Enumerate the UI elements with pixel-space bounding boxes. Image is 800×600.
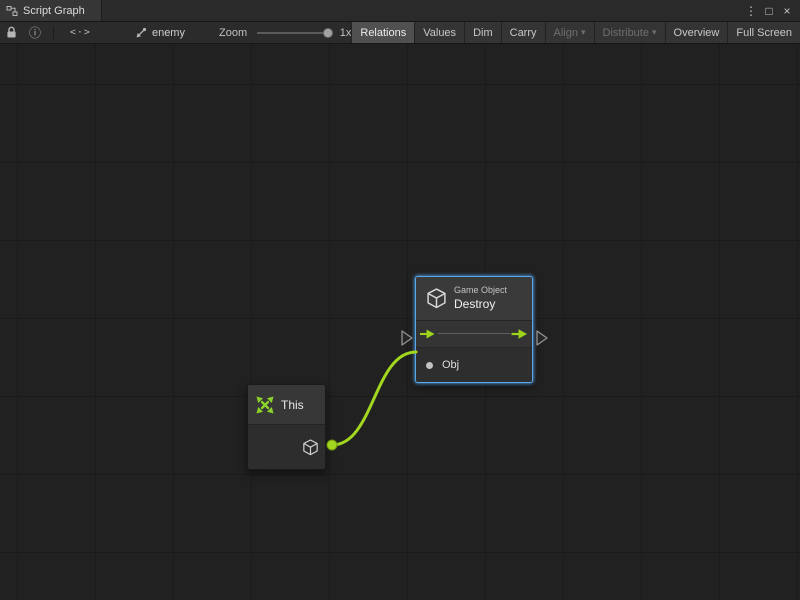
button-label: Relations bbox=[360, 27, 406, 39]
window-controls: ⋮ □ × bbox=[743, 0, 800, 21]
button-label: Values bbox=[423, 27, 456, 39]
node-title: Destroy bbox=[454, 297, 507, 312]
node-header: Game Object Destroy bbox=[416, 277, 532, 321]
relations-button[interactable]: Relations bbox=[351, 22, 414, 43]
titlebar: Script Graph ⋮ □ × bbox=[0, 0, 800, 22]
graph-breadcrumb[interactable]: enemy bbox=[135, 27, 185, 39]
node-header: This bbox=[248, 385, 325, 425]
button-label: Carry bbox=[510, 27, 537, 39]
dropdown-caret-icon: ▾ bbox=[581, 27, 586, 38]
connections-overlay bbox=[0, 44, 800, 600]
zoom-slider-knob[interactable] bbox=[323, 28, 333, 38]
tab-title: Script Graph bbox=[23, 5, 85, 17]
connection-wire[interactable] bbox=[332, 352, 416, 445]
toolbar-button-group: Relations Values Dim Carry Align ▾ Distr… bbox=[351, 22, 800, 43]
maximize-icon[interactable]: □ bbox=[761, 1, 777, 21]
button-label: Full Screen bbox=[736, 27, 792, 39]
flow-ports-row bbox=[416, 321, 532, 347]
distribute-button[interactable]: Distribute ▾ bbox=[594, 22, 665, 43]
relation-line bbox=[438, 333, 510, 334]
menu-kebab-icon[interactable]: ⋮ bbox=[743, 1, 759, 21]
node-body bbox=[248, 425, 325, 469]
button-label: Align bbox=[554, 27, 578, 39]
button-label: Overview bbox=[674, 27, 720, 39]
carry-button[interactable]: Carry bbox=[501, 22, 545, 43]
script-graph-icon bbox=[6, 5, 18, 17]
zoom-slider[interactable] bbox=[257, 27, 332, 39]
fullscreen-button[interactable]: Full Screen bbox=[727, 22, 800, 43]
zoom-value: 1x bbox=[340, 27, 352, 39]
graph-name: enemy bbox=[152, 27, 185, 39]
graph-toolbar: ⓘ <·> enemy Zoom 1x Relations Value bbox=[0, 22, 800, 44]
this-unit-icon bbox=[255, 395, 275, 415]
align-button[interactable]: Align ▾ bbox=[545, 22, 594, 43]
zoom-slider-track bbox=[257, 32, 332, 34]
node-title: This bbox=[281, 398, 304, 412]
obj-input-port[interactable] bbox=[426, 362, 433, 369]
dim-button[interactable]: Dim bbox=[464, 22, 501, 43]
game-object-icon bbox=[427, 288, 446, 309]
flow-output-arrow-icon[interactable] bbox=[511, 328, 528, 340]
game-object-icon bbox=[303, 439, 318, 456]
button-label: Distribute bbox=[603, 27, 649, 39]
values-button[interactable]: Values bbox=[414, 22, 464, 43]
obj-input-row: Obj bbox=[416, 347, 532, 382]
graph-asset-icon bbox=[135, 27, 147, 39]
button-label: Dim bbox=[473, 27, 493, 39]
node-category: Game Object bbox=[454, 285, 507, 296]
this-output-port[interactable] bbox=[327, 440, 337, 450]
node-destroy[interactable]: Game Object Destroy bbox=[415, 276, 533, 383]
dropdown-caret-icon: ▾ bbox=[652, 27, 657, 38]
flow-input-port-triangle[interactable] bbox=[402, 331, 412, 345]
code-view-icon[interactable]: <·> bbox=[70, 27, 91, 38]
flow-input-arrow-icon[interactable] bbox=[420, 328, 435, 340]
info-icon[interactable]: ⓘ bbox=[29, 24, 41, 41]
obj-input-label: Obj bbox=[442, 359, 459, 371]
toolbar-separator bbox=[53, 26, 54, 40]
script-graph-window: Script Graph ⋮ □ × ⓘ <·> e bbox=[0, 0, 800, 600]
tab-script-graph[interactable]: Script Graph bbox=[0, 0, 102, 21]
lock-icon[interactable] bbox=[6, 26, 17, 39]
zoom-label: Zoom bbox=[219, 27, 247, 39]
graph-canvas[interactable]: This bbox=[0, 44, 800, 600]
flow-output-port-triangle[interactable] bbox=[537, 331, 547, 345]
overview-button[interactable]: Overview bbox=[665, 22, 728, 43]
node-this[interactable]: This bbox=[247, 384, 326, 470]
close-icon[interactable]: × bbox=[779, 1, 795, 21]
